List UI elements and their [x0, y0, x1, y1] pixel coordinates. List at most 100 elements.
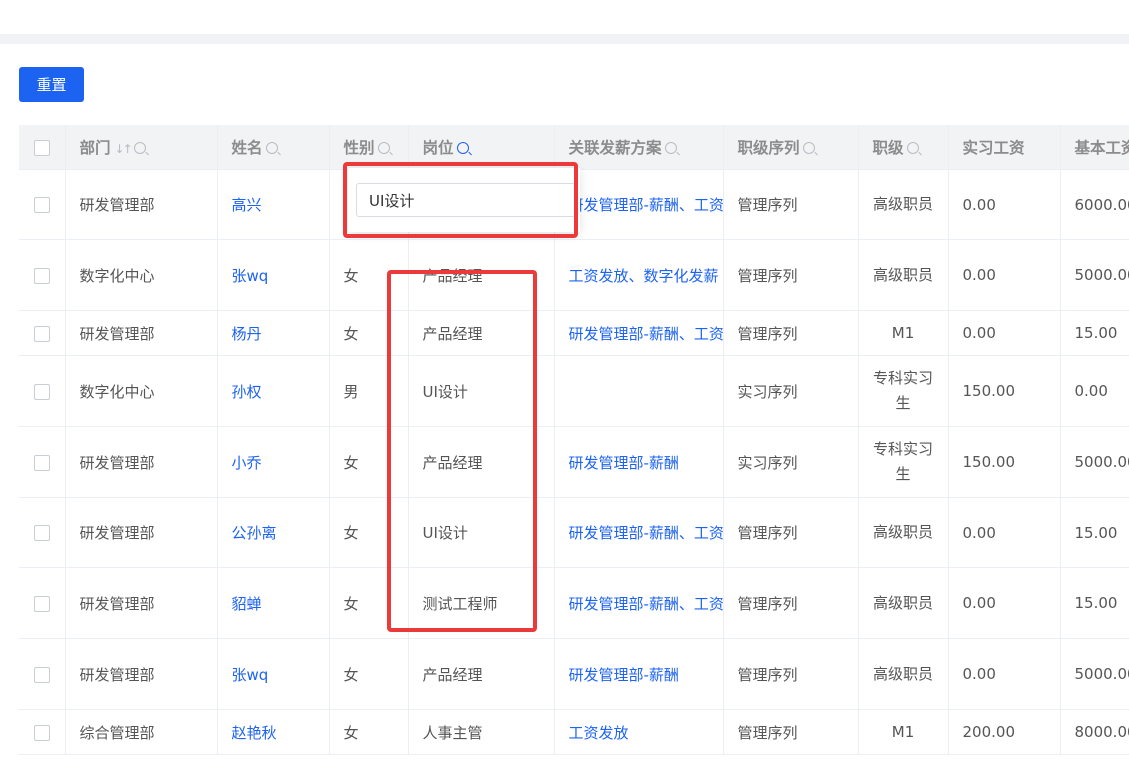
level-cell: 高级职员 [858, 567, 949, 639]
sort-icon[interactable]: ↓↑ [115, 142, 133, 156]
row-select-cell [19, 709, 66, 755]
post-filter-popup [348, 168, 580, 232]
row-select-cell [19, 239, 66, 311]
intern-salary-cell: 0.00 [948, 638, 1061, 710]
col-label: 职级序列 [737, 139, 800, 157]
row-checkbox[interactable] [33, 197, 50, 213]
row-checkbox[interactable] [33, 724, 50, 741]
base-salary-cell: 5000.00 [1060, 239, 1129, 311]
col-label: 基本工资 [1074, 139, 1129, 157]
plan-cell[interactable] [554, 355, 724, 427]
plan-cell[interactable]: 工资发放、数字化发薪 [554, 239, 724, 311]
table-row: 研发管理部公孙离女UI设计研发管理部-薪酬、工资发放管理序列高级职员0.0015… [19, 497, 1129, 568]
plan-cell[interactable]: 研发管理部-薪酬 [554, 638, 724, 710]
top-area [0, 0, 1129, 34]
name-cell[interactable]: 公孙离 [217, 497, 330, 568]
level-cell: 专科实习生 [858, 355, 949, 427]
intern-salary-cell: 0.00 [948, 497, 1061, 568]
name-cell[interactable]: 张wq [217, 638, 330, 710]
gender-cell: 女 [329, 709, 409, 755]
base-salary-cell: 15.00 [1060, 497, 1129, 568]
intern-salary-cell: 0.00 [948, 567, 1061, 639]
intern-salary-cell: 200.00 [948, 709, 1061, 755]
table-row: 综合管理部赵艳秋女人事主管工资发放管理序列M1200.008000.00 [19, 709, 1129, 755]
name-cell[interactable]: 貂蝉 [217, 567, 330, 639]
dept-cell: 数字化中心 [65, 239, 218, 311]
post-cell: 产品经理 [408, 426, 555, 498]
name-cell[interactable]: 赵艳秋 [217, 709, 330, 755]
row-select-cell [19, 169, 66, 240]
series-cell: 管理序列 [723, 310, 859, 356]
col-label: 性别 [343, 139, 375, 157]
row-checkbox[interactable] [33, 525, 50, 541]
intern-salary-cell: 0.00 [948, 310, 1061, 356]
table-row: 数字化中心 孙权男 UI设计 实习序列 专科实习生 150.00 0.00 [19, 355, 1129, 427]
name-cell[interactable]: 杨丹 [217, 310, 330, 356]
col-header-level[interactable]: 职级 [858, 125, 949, 170]
search-icon[interactable] [802, 141, 815, 154]
plan-cell[interactable]: 研发管理部-薪酬 [554, 426, 724, 498]
table-row: 数字化中心 张wq 女产品经理 工资发放、数字化发薪 管理序列 高级职员 0.00 5000.… [19, 239, 1129, 311]
plan-cell[interactable]: 研发管理部-薪酬、工资发放 [554, 310, 724, 356]
row-checkbox[interactable] [33, 383, 50, 400]
post-cell: UI设计 [408, 497, 555, 568]
dept-cell: 研发管理部 [65, 426, 218, 498]
col-header-gender[interactable]: 性别 [329, 125, 409, 170]
search-icon-active[interactable] [456, 141, 469, 154]
table-row: 研发管理部杨丹女产品经理研发管理部-薪酬、工资发放管理序列M10.0015.00 [19, 310, 1129, 356]
series-cell: 实习序列 [723, 426, 859, 498]
row-checkbox[interactable] [33, 267, 50, 284]
search-icon[interactable] [664, 141, 677, 154]
table-row: 研发管理部貂蝉女测试工程师研发管理部-薪酬、工资发放管理序列高级职员0.0015… [19, 567, 1129, 639]
intern-salary-cell: 150.00 [948, 355, 1061, 427]
base-salary-cell: 15.00 [1060, 310, 1129, 356]
level-cell: 高级职员 [858, 497, 949, 568]
col-label: 部门 [79, 139, 111, 157]
col-header-name[interactable]: 姓名 [217, 125, 330, 170]
level-cell: 高级职员 [858, 169, 949, 240]
section-divider [0, 34, 1129, 44]
col-header-series[interactable]: 职级序列 [723, 125, 859, 170]
series-cell: 管理序列 [723, 169, 859, 240]
dept-cell: 数字化中心 [65, 355, 218, 427]
series-cell: 管理序列 [723, 567, 859, 639]
col-header-dept[interactable]: 部门 ↓↑ [65, 125, 218, 170]
row-checkbox[interactable] [33, 666, 50, 683]
post-cell: 测试工程师 [408, 567, 555, 639]
select-all-checkbox[interactable] [33, 139, 50, 156]
name-cell[interactable]: 张wq [217, 239, 330, 311]
post-cell: 产品经理 [408, 638, 555, 710]
base-salary-cell: 15.00 [1060, 567, 1129, 639]
name-cell[interactable]: 孙权 [217, 355, 330, 427]
row-checkbox[interactable] [33, 595, 50, 612]
gender-cell: 女 [329, 239, 409, 311]
search-icon[interactable] [265, 141, 278, 154]
dept-cell: 研发管理部 [65, 567, 218, 639]
plan-cell[interactable]: 工资发放 [554, 709, 724, 755]
plan-cell[interactable]: 研发管理部-薪酬、工资发放 [554, 497, 724, 568]
post-filter-input[interactable] [356, 183, 576, 217]
search-icon[interactable] [377, 141, 390, 154]
name-cell[interactable]: 高兴 [217, 169, 330, 240]
gender-cell: 男 [329, 355, 409, 427]
row-checkbox[interactable] [33, 454, 50, 471]
plan-cell[interactable]: 研发管理部-薪酬、工资发放 [554, 567, 724, 639]
gender-cell: 女 [329, 497, 409, 568]
intern-salary-cell: 0.00 [948, 169, 1061, 240]
post-cell: UI设计 [408, 355, 555, 427]
select-all-cell [19, 125, 66, 170]
level-cell: M1 [858, 709, 949, 755]
row-checkbox[interactable] [33, 325, 50, 342]
series-cell: 管理序列 [723, 709, 859, 755]
level-cell: M1 [858, 310, 949, 356]
table-header-row: 部门 ↓↑ 姓名 性别 岗位 关联发薪方案 职级序列 职级 实习工资 基本工资 [19, 125, 1129, 170]
col-label: 关联发薪方案 [568, 139, 662, 157]
col-header-post[interactable]: 岗位 [408, 125, 555, 170]
col-header-plan[interactable]: 关联发薪方案 [554, 125, 724, 170]
reset-button[interactable]: 重置 [19, 67, 84, 102]
dept-cell: 研发管理部 [65, 169, 218, 240]
search-icon[interactable] [133, 141, 146, 154]
name-cell[interactable]: 小乔 [217, 426, 330, 498]
level-cell: 高级职员 [858, 638, 949, 710]
search-icon[interactable] [906, 141, 919, 154]
